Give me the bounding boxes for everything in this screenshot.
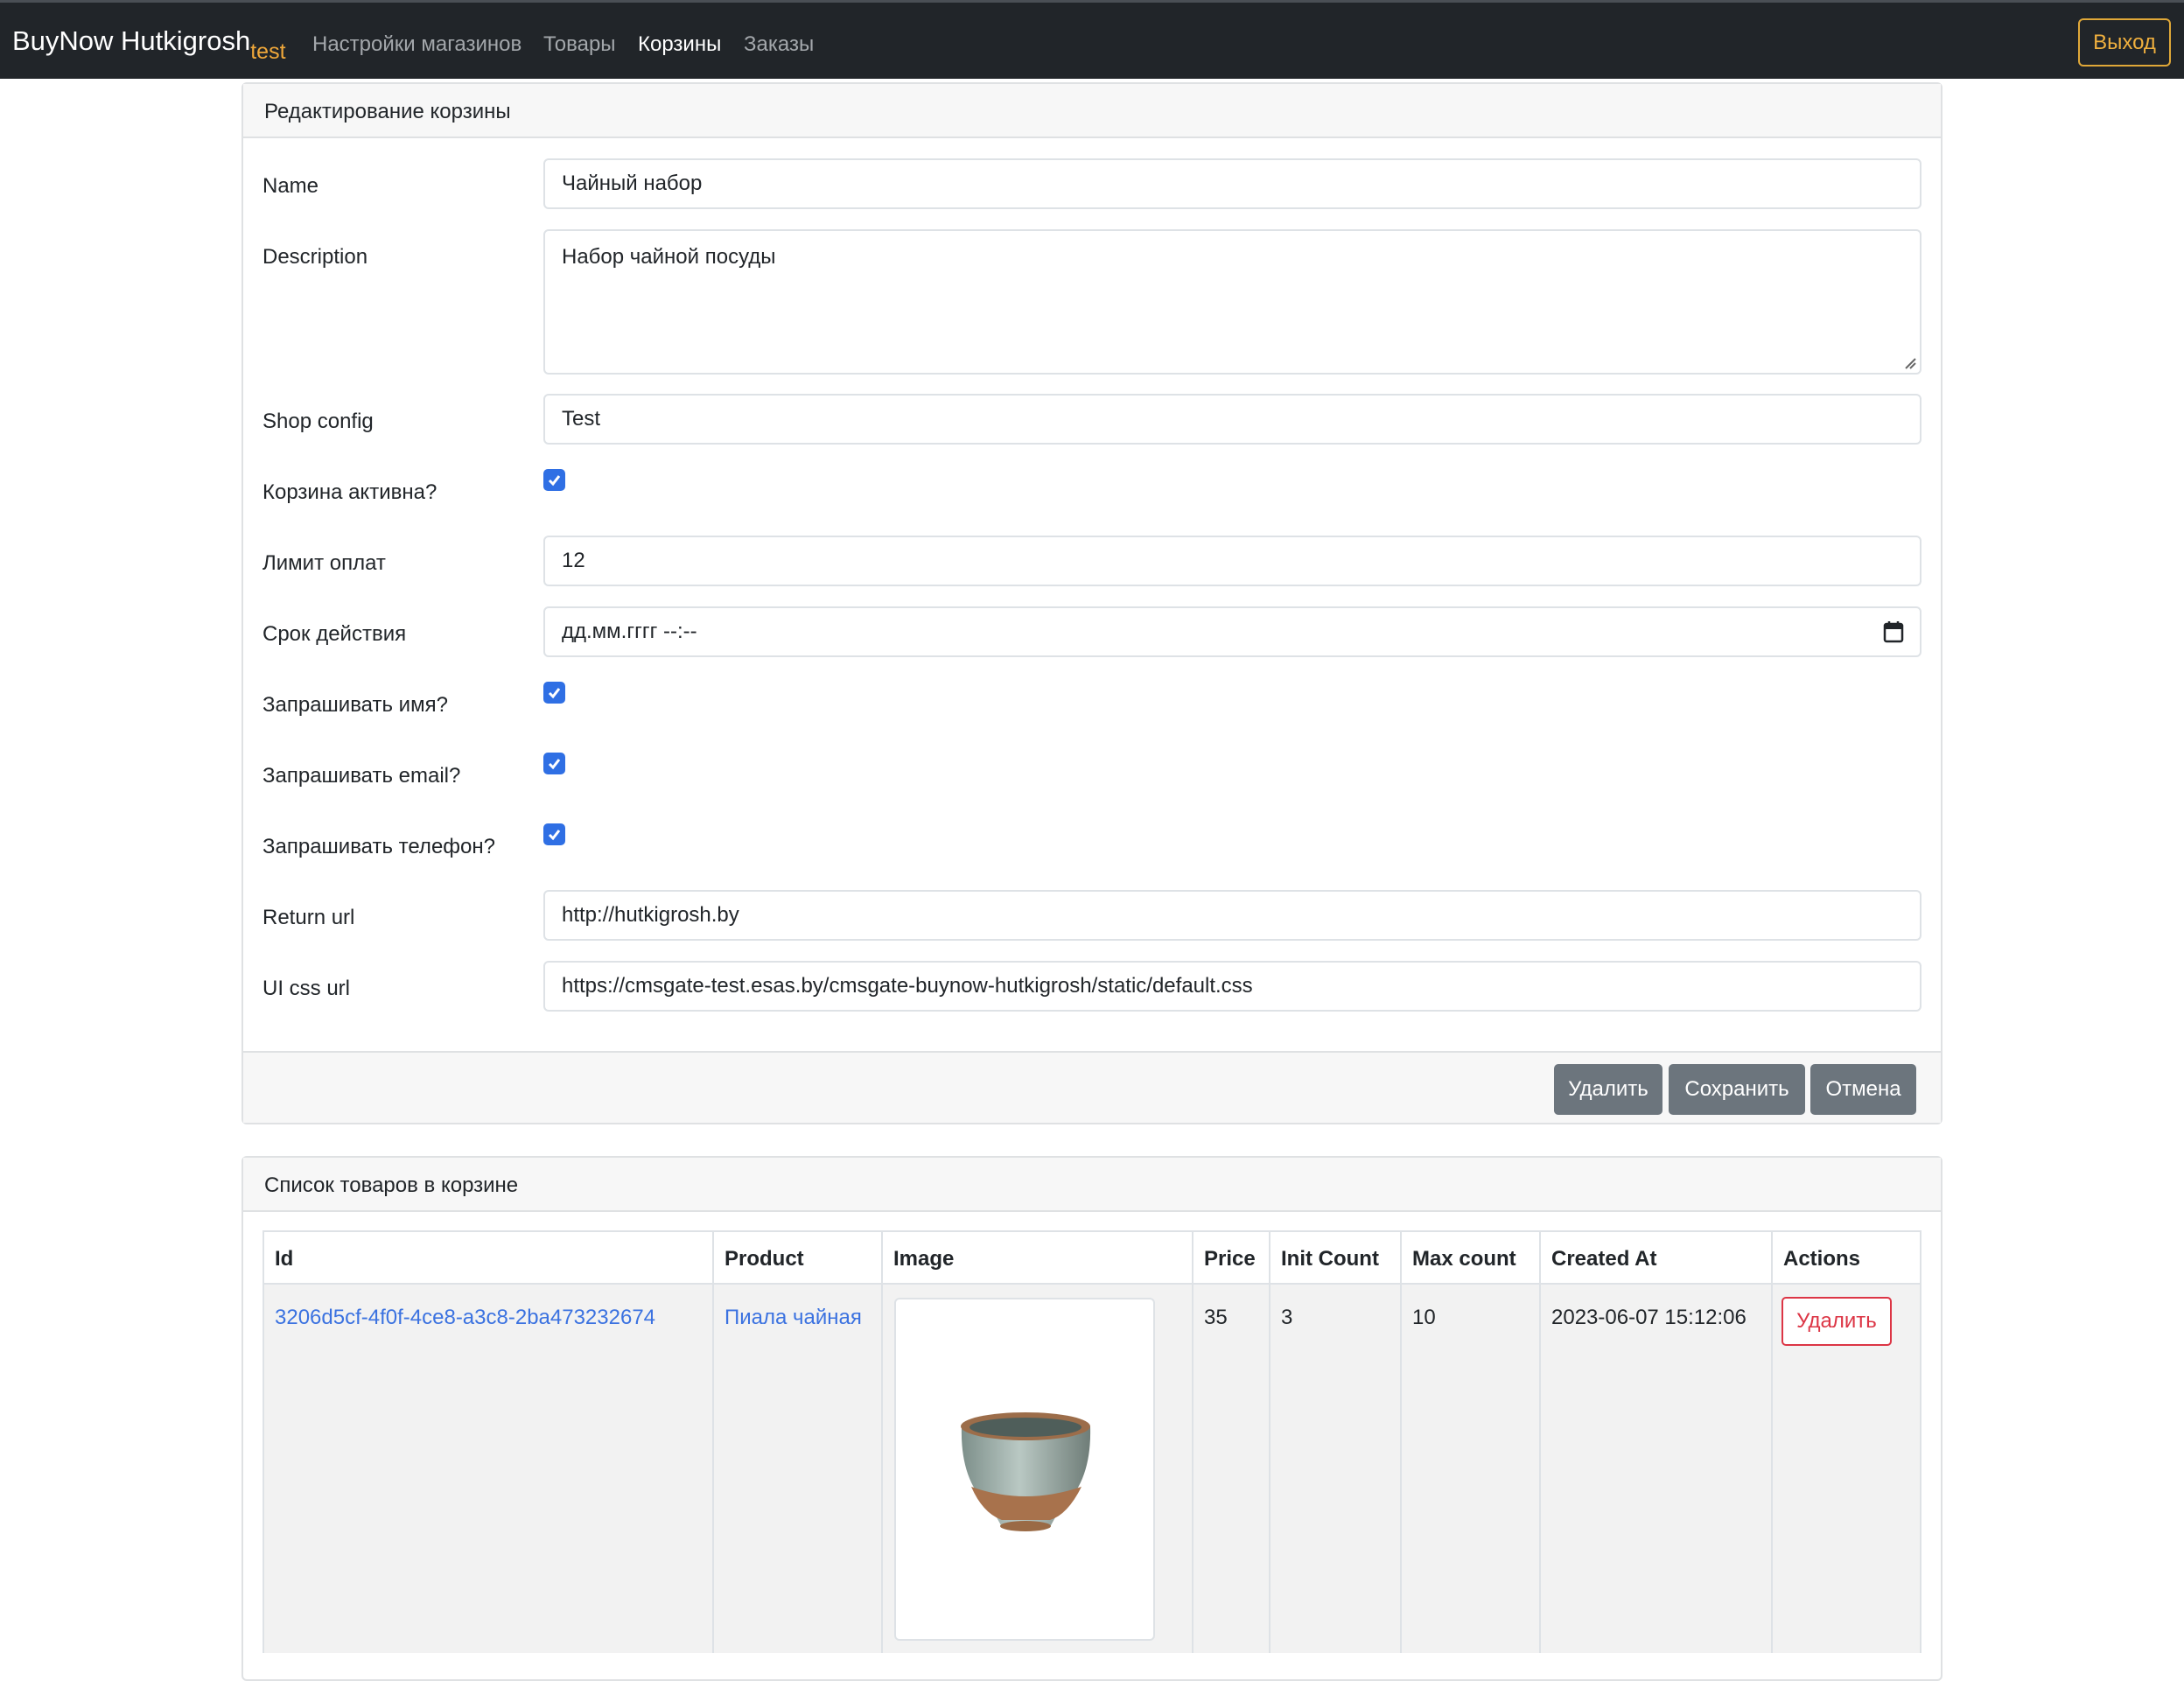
brand-logo[interactable]: BuyNow Hutkigroshtest (12, 25, 286, 64)
description-textarea[interactable]: Набор чайной посуды (543, 229, 1922, 375)
table-row-cell-product: Пиала чайная (712, 1285, 881, 1653)
name-label: Name (262, 174, 319, 198)
ask-name-checkbox[interactable] (543, 682, 565, 704)
description-text: Набор чайной посуды (562, 245, 776, 269)
brand-env-badge: test (250, 39, 286, 64)
column-header-created-at: Created At (1539, 1230, 1771, 1285)
nav-link-carts[interactable]: Корзины (638, 32, 721, 57)
ui-css-url-input[interactable]: https://cmsgate-test.esas.by/cmsgate-buy… (543, 961, 1922, 1012)
logout-button[interactable]: Выход (2078, 18, 2171, 67)
delete-cart-button[interactable]: Удалить (1554, 1064, 1662, 1115)
ask-phone-checkbox[interactable] (543, 823, 565, 845)
check-icon (548, 759, 561, 770)
cart-active-label: Корзина активна? (262, 480, 438, 504)
column-header-actions: Actions (1771, 1230, 1922, 1285)
column-header-id: Id (262, 1230, 712, 1285)
cart-products-card-header: Список товаров в корзине (243, 1158, 1941, 1212)
table-row-cell-price: 35 (1192, 1285, 1269, 1653)
payment-limit-label: Лимит оплат (262, 551, 386, 575)
column-header-product: Product (712, 1230, 881, 1285)
name-input[interactable]: Чайный набор (543, 158, 1922, 209)
remove-product-button[interactable]: Удалить (1782, 1297, 1892, 1346)
table-row-cell-created-at: 2023-06-07 15:12:06 (1539, 1285, 1771, 1653)
nav-link-orders[interactable]: Заказы (744, 32, 814, 57)
cart-active-checkbox[interactable] (543, 469, 565, 491)
nav-link-shop-settings[interactable]: Настройки магазинов (312, 32, 522, 57)
cancel-button[interactable]: Отмена (1810, 1064, 1916, 1115)
calendar-icon[interactable] (1883, 620, 1904, 643)
expiry-value: дд.мм.гггг --:-- (562, 620, 697, 643)
description-label: Description (262, 245, 368, 269)
top-navbar: BuyNow Hutkigroshtest Настройки магазино… (0, 0, 2184, 79)
tea-bowl-image (961, 1412, 1091, 1531)
save-button[interactable]: Сохранить (1669, 1064, 1805, 1115)
table-row-cell-max-count: 10 (1400, 1285, 1539, 1653)
edit-cart-card-header: Редактирование корзины (243, 84, 1941, 138)
column-header-init-count: Init Count (1269, 1230, 1400, 1285)
payment-limit-input[interactable]: 12 (543, 536, 1922, 586)
return-url-input[interactable]: http://hutkigrosh.by (543, 890, 1922, 941)
expiry-label: Срок действия (262, 622, 407, 646)
check-icon (548, 688, 561, 699)
shop-config-select[interactable]: Test (543, 394, 1922, 445)
product-image-frame (894, 1298, 1155, 1641)
product-name-link[interactable]: Пиала чайная (724, 1306, 862, 1329)
column-header-max-count: Max count (1400, 1230, 1539, 1285)
table-row-cell-init-count: 3 (1269, 1285, 1400, 1653)
ask-email-label: Запрашивать email? (262, 764, 461, 788)
check-icon (548, 830, 561, 841)
expiry-datetime-input[interactable]: дд.мм.гггг --:-- (543, 606, 1922, 657)
column-header-image: Image (881, 1230, 1192, 1285)
ask-email-checkbox[interactable] (543, 753, 565, 774)
cart-products-title: Список товаров в корзине (264, 1173, 519, 1197)
ask-phone-label: Запрашивать телефон? (262, 835, 495, 858)
shop-config-label: Shop config (262, 410, 374, 433)
brand-name: BuyNow Hutkigrosh (12, 25, 251, 56)
check-icon (548, 475, 561, 487)
edit-cart-title: Редактирование корзины (264, 100, 511, 123)
ask-name-label: Запрашивать имя? (262, 693, 448, 717)
return-url-label: Return url (262, 906, 355, 929)
ui-css-url-label: UI css url (262, 977, 351, 1000)
column-header-price: Price (1192, 1230, 1269, 1285)
table-row-cell-id: 3206d5cf-4f0f-4ce8-a3c8-2ba473232674 (262, 1285, 712, 1653)
nav-link-products[interactable]: Товары (543, 32, 616, 57)
product-id-link[interactable]: 3206d5cf-4f0f-4ce8-a3c8-2ba473232674 (275, 1306, 655, 1329)
resize-grip-icon[interactable] (1902, 355, 1916, 369)
